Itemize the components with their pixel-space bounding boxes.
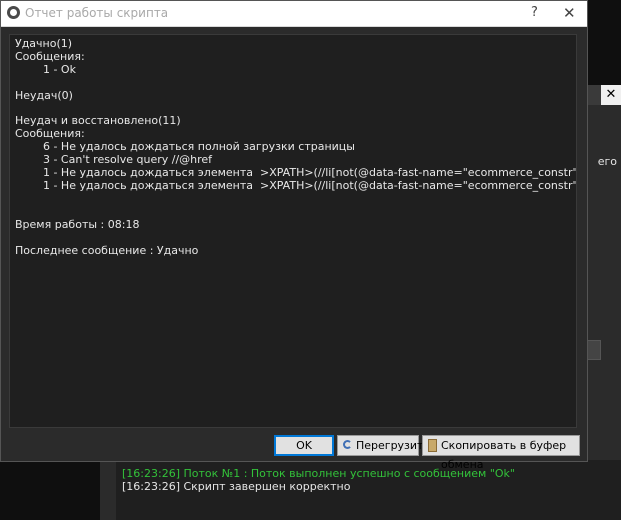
- copy-to-clipboard-button[interactable]: Скопировать в буфер обмена: [422, 435, 580, 471]
- report-line: 1 - Не удалось дождаться элемента >XPATH…: [15, 178, 577, 192]
- report-line: [15, 193, 576, 206]
- report-line: Последнее сообщение : Удачно: [15, 243, 199, 257]
- log-panel: [16:23:26] Поток №1 : Поток выполнен усп…: [116, 460, 621, 520]
- report-text-area[interactable]: Удачно(1) Сообщения: 1 - Ok Неудач(0) Неу…: [9, 34, 577, 428]
- report-line: Удачно(1): [15, 37, 73, 50]
- report-line: Неудач(0): [15, 88, 73, 102]
- background-scrollbar[interactable]: [587, 340, 601, 360]
- log-line-finished: [16:23:26] Скрипт завершен корректно: [122, 480, 351, 493]
- dialog-title-bar[interactable]: Отчет работы скрипта ? ✕: [1, 1, 587, 27]
- clipboard-icon: [428, 439, 437, 452]
- background-side-text: его: [597, 155, 617, 168]
- report-line: [15, 77, 576, 90]
- report-line: 1 - Ok: [15, 62, 76, 76]
- background-close-button[interactable]: ✕: [601, 85, 621, 105]
- dialog-title: Отчет работы скрипта: [25, 6, 169, 20]
- close-button[interactable]: ✕: [563, 4, 576, 22]
- report-line: Неудач и восстановлено(11): [15, 114, 181, 128]
- report-line: [15, 206, 576, 219]
- help-button[interactable]: ?: [531, 5, 538, 20]
- report-line: Время работы : 08:18: [15, 217, 140, 231]
- report-line: Сообщения:: [15, 49, 85, 63]
- reload-button[interactable]: Перегрузить: [337, 435, 430, 456]
- script-report-dialog: Отчет работы скрипта ? ✕ Удачно(1) Сообще…: [0, 0, 588, 471]
- reload-icon: [343, 440, 352, 449]
- report-line: [15, 232, 576, 245]
- reload-button-label: Перегрузить: [356, 439, 430, 452]
- ok-button[interactable]: OK: [274, 435, 334, 456]
- app-icon: [7, 6, 20, 19]
